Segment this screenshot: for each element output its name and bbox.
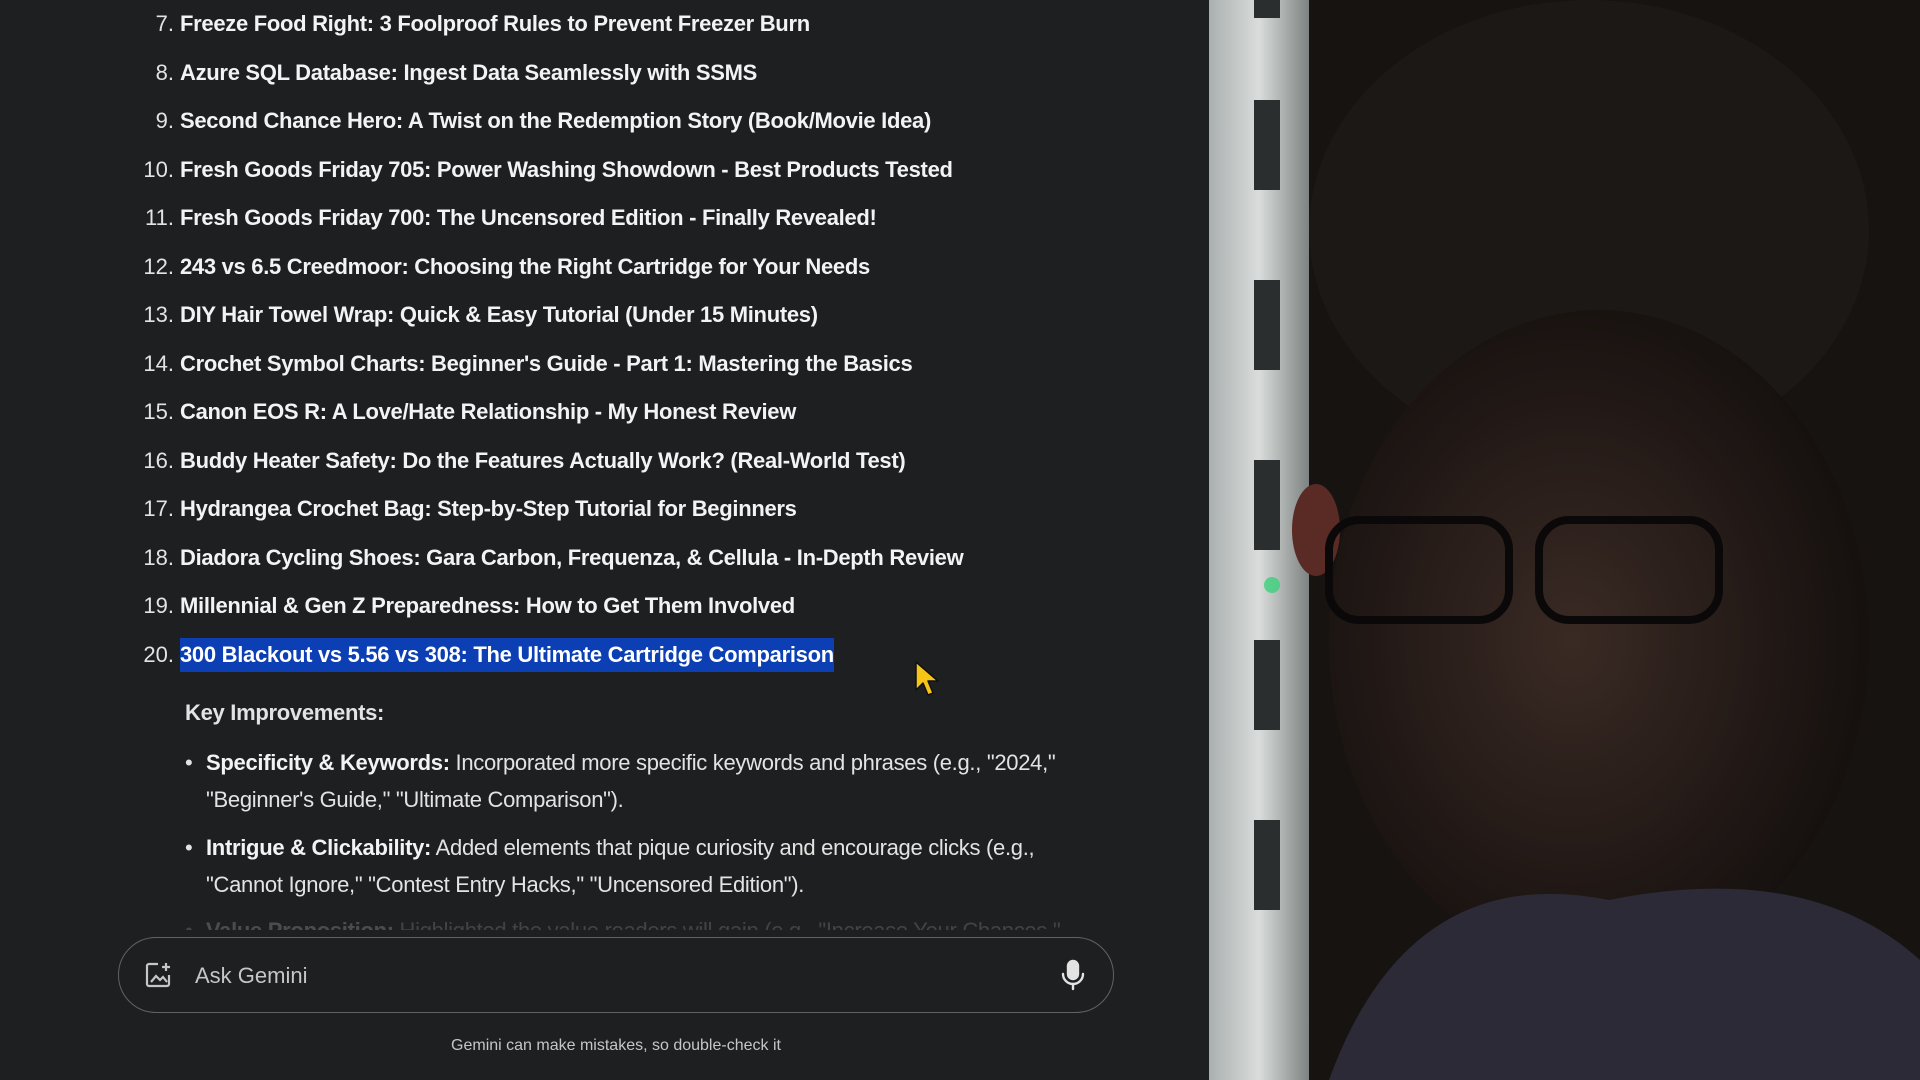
bullet-label: Intrigue & Clickability: xyxy=(206,835,432,860)
list-title[interactable]: Hydrangea Crochet Bag: Step-by-Step Tuto… xyxy=(180,496,797,522)
list-number: 20. xyxy=(143,641,174,667)
list-item: 8. Azure SQL Database: Ingest Data Seamle… xyxy=(156,49,1080,98)
list-title[interactable]: Fresh Goods Friday 705: Power Washing Sh… xyxy=(180,157,953,183)
list-title[interactable]: Canon EOS R: A Love/Hate Relationship - … xyxy=(180,399,796,425)
bullet-label: Specificity & Keywords: xyxy=(206,750,450,775)
list-title[interactable]: Millennial & Gen Z Preparedness: How to … xyxy=(180,593,795,619)
list-number: 13. xyxy=(143,302,174,328)
list-title[interactable]: 243 vs 6.5 Creedmoor: Choosing the Right… xyxy=(180,254,870,280)
list-title[interactable]: DIY Hair Towel Wrap: Quick & Easy Tutori… xyxy=(180,302,818,328)
disclaimer-text: Gemini can make mistakes, so double-chec… xyxy=(451,1037,781,1054)
list-number: 8. xyxy=(155,59,174,85)
list-title[interactable]: Diadora Cycling Shoes: Gara Carbon, Freq… xyxy=(180,545,964,571)
list-number: 14. xyxy=(143,350,174,376)
list-number: 9. xyxy=(155,108,174,134)
list-title[interactable]: Freeze Food Right: 3 Foolproof Rules to … xyxy=(180,11,810,37)
image-upload-icon[interactable] xyxy=(143,960,173,990)
list-number: 16. xyxy=(143,447,174,473)
webcam-image xyxy=(1209,0,1920,1080)
prompt-composer[interactable] xyxy=(118,937,1114,1013)
mouse-cursor-icon xyxy=(915,661,939,696)
list-item: Specificity & Keywords: Incorporated mor… xyxy=(185,744,1075,818)
list-item: 13. DIY Hair Towel Wrap: Quick & Easy Tut… xyxy=(143,291,1080,340)
list-number: 7. xyxy=(155,11,174,37)
webcam-feed xyxy=(1209,0,1920,1080)
list-item: 17. Hydrangea Crochet Bag: Step-by-Step T… xyxy=(143,485,1080,534)
list-number: 11. xyxy=(145,205,174,231)
list-number: 17. xyxy=(143,496,174,522)
list-title[interactable]: Buddy Heater Safety: Do the Features Act… xyxy=(180,448,906,474)
list-item: 20. 300 Blackout vs 5.56 vs 308: The Ulti… xyxy=(143,631,1080,680)
list-number: 19. xyxy=(143,593,174,619)
list-item: Intrigue & Clickability: Added elements … xyxy=(185,829,1075,903)
chat-panel: 7. Freeze Food Right: 3 Foolproof Rules t… xyxy=(0,0,1209,1080)
list-item: 7. Freeze Food Right: 3 Foolproof Rules t… xyxy=(156,0,1080,49)
list-item: 18. Diadora Cycling Shoes: Gara Carbon, F… xyxy=(143,534,1080,583)
bullet-text: Highlighted the value readers will gain … xyxy=(394,918,1061,930)
list-item: 16. Buddy Heater Safety: Do the Features … xyxy=(143,437,1080,486)
list-number: 12. xyxy=(143,253,174,279)
list-item: 19. Millennial & Gen Z Preparedness: How … xyxy=(143,582,1080,631)
list-title[interactable]: Crochet Symbol Charts: Beginner's Guide … xyxy=(180,351,913,377)
prompt-input[interactable] xyxy=(193,956,1017,996)
list-number: 10. xyxy=(143,156,174,182)
list-title[interactable]: Fresh Goods Friday 700: The Uncensored E… xyxy=(180,205,877,231)
bullet-label: Value Proposition: xyxy=(206,918,394,930)
list-item: Value Proposition: Highlighted the value… xyxy=(185,912,1075,930)
list-item: 14. Crochet Symbol Charts: Beginner's Gui… xyxy=(143,340,1080,389)
list-title[interactable]: Second Chance Hero: A Twist on the Redem… xyxy=(180,108,931,134)
microphone-icon[interactable] xyxy=(1059,959,1087,991)
key-improvements-list: Specificity & Keywords: Incorporated mor… xyxy=(185,744,1075,941)
list-item: 12. 243 vs 6.5 Creedmoor: Choosing the Ri… xyxy=(143,243,1080,292)
list-number: 15. xyxy=(143,399,174,425)
list-item: 10. Fresh Goods Friday 705: Power Washing… xyxy=(143,146,1080,195)
list-item: 15. Canon EOS R: A Love/Hate Relationship… xyxy=(143,388,1080,437)
list-title[interactable]: Azure SQL Database: Ingest Data Seamless… xyxy=(180,60,757,86)
key-improvements-heading: Key Improvements: xyxy=(185,700,385,725)
list-item: 9. Second Chance Hero: A Twist on the Red… xyxy=(156,97,1080,146)
list-item: 11. Fresh Goods Friday 700: The Uncensore… xyxy=(145,194,1080,243)
selected-title[interactable]: 300 Blackout vs 5.56 vs 308: The Ultimat… xyxy=(180,637,834,672)
list-number: 18. xyxy=(143,544,174,570)
